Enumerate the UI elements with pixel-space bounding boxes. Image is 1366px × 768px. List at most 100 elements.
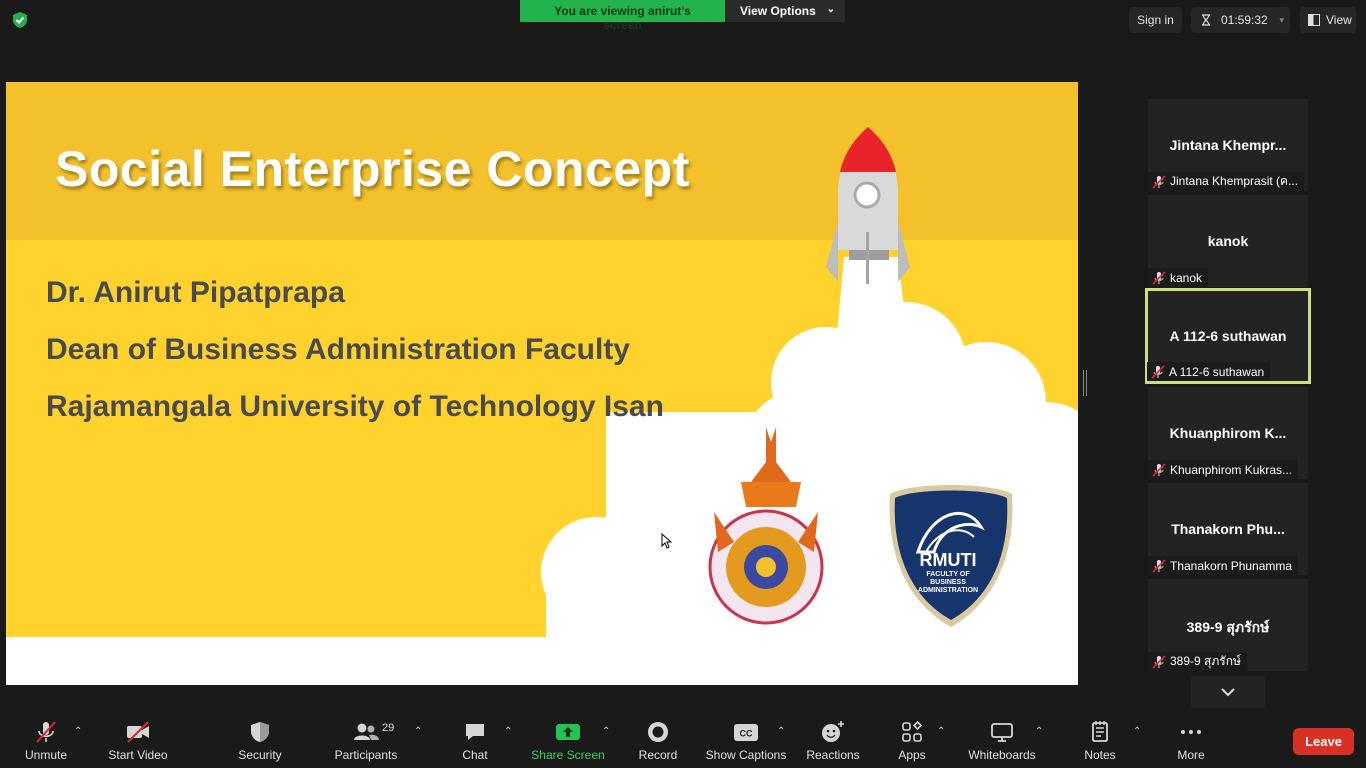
whiteboard-icon — [991, 723, 1013, 742]
security-shield-icon — [251, 722, 269, 742]
more-label: More — [1177, 748, 1205, 762]
muted-mic-icon — [1152, 558, 1166, 573]
sign-in-label: Sign in — [1137, 13, 1174, 27]
rmuti-logo-title: RMUTI — [919, 550, 977, 570]
viewing-screen-label: You are viewing anirut's screen — [520, 0, 725, 32]
record-button[interactable]: Record — [639, 712, 677, 768]
rmuti-logo-sub1: FACULTY OF — [926, 571, 970, 578]
apps-grid-icon — [902, 720, 923, 742]
unmute-label: Unmute — [24, 748, 68, 762]
notes-document-icon — [1092, 721, 1108, 742]
presenter-university: Rajamangala University of Technology Isa… — [46, 390, 664, 423]
record-icon — [648, 722, 668, 742]
participants-button[interactable]: Participants — [335, 712, 397, 768]
muted-mic-icon — [1152, 654, 1166, 669]
timer-value: 01:59:32 — [1221, 13, 1268, 27]
participants-scroll-down-button[interactable] — [1191, 676, 1265, 708]
muted-mic-icon — [1152, 462, 1166, 477]
security-label: Security — [238, 748, 282, 762]
whiteboards-button[interactable]: Whiteboards — [968, 712, 1036, 768]
chevron-down-icon — [1221, 688, 1235, 697]
chat-options-caret-icon[interactable]: ⌃ — [504, 726, 512, 737]
rmuti-logo-sub2: BUSINESS ADMINISTRATION — [917, 579, 979, 594]
participant-display-name: Jintana Khempr... — [1169, 137, 1287, 153]
participant-tile-active-speaker[interactable]: A 112-6 suthawan A 112-6 suthawan — [1145, 288, 1311, 384]
notes-options-caret-icon[interactable]: ⌃ — [1133, 726, 1141, 737]
participant-display-name: A 112-6 suthawan — [1169, 328, 1287, 344]
reactions-button[interactable]: Reactions — [806, 712, 860, 768]
slide-title: Social Enterprise Concept — [55, 141, 690, 197]
rmuti-logo-text: RMUTI FACULTY OF BUSINESS ADMINISTRATION — [912, 550, 984, 595]
participant-name-label: A 112-6 suthawan — [1147, 362, 1271, 381]
participant-tile[interactable]: kanok kanok — [1148, 195, 1308, 287]
participant-display-name: 389-9 สุภรักษ์ — [1186, 619, 1270, 635]
share-screen-button[interactable]: Share Screen — [531, 712, 605, 768]
more-button[interactable]: More — [1175, 712, 1207, 768]
participant-display-name: Khuanphirom K... — [1169, 425, 1287, 441]
participant-tile[interactable]: 389-9 สุภรักษ์ 389-9 สุภรักษ์ — [1148, 579, 1308, 671]
meeting-toolbar: Unmute ⌃ Start Video Security Participan… — [0, 712, 1366, 768]
panel-resize-handle[interactable] — [1083, 370, 1087, 396]
show-captions-button[interactable]: CC Show Captions — [706, 712, 786, 768]
muted-microphone-icon — [36, 721, 56, 743]
presenter-position: Dean of Business Administration Faculty — [46, 333, 630, 366]
participant-tile[interactable]: Thanakorn Phu... Thanakorn Phunamma — [1148, 483, 1308, 575]
chat-bubble-icon — [466, 724, 484, 740]
layout-grid-icon — [1308, 14, 1320, 26]
leave-label: Leave — [1305, 734, 1342, 749]
share-screen-arrow-icon — [556, 724, 580, 740]
participants-label: Participants — [334, 748, 398, 762]
participants-options-caret-icon[interactable]: ⌃ — [414, 726, 422, 737]
share-screen-label: Share Screen — [531, 748, 605, 762]
participant-name-label: kanok — [1148, 268, 1209, 287]
shared-screen-slide: Social Enterprise Concept Dr. Anirut Pip… — [6, 82, 1078, 685]
share-options-caret-icon[interactable]: ⌃ — [602, 726, 610, 737]
participant-tile[interactable]: Khuanphirom K... Khuanphirom Kukras... — [1148, 387, 1308, 479]
captions-cc-icon: CC — [734, 724, 758, 741]
more-ellipsis-icon — [1181, 730, 1201, 734]
video-off-camera-icon — [127, 721, 149, 743]
participant-display-name: Thanakorn Phu... — [1171, 521, 1285, 537]
security-button[interactable]: Security — [238, 712, 282, 768]
participant-name-label: 389-9 สุภรักษ์ — [1148, 652, 1247, 671]
screen-share-banner: You are viewing anirut's screen View Opt… — [520, 0, 845, 32]
mouse-cursor-icon — [661, 533, 672, 549]
participant-name-label: Thanakorn Phunamma — [1148, 556, 1299, 575]
muted-mic-icon — [1152, 174, 1166, 189]
leave-button[interactable]: Leave — [1293, 728, 1354, 755]
start-video-button[interactable]: Start Video — [108, 712, 168, 768]
notes-button[interactable]: Notes — [1084, 712, 1116, 768]
whiteboards-options-caret-icon[interactable]: ⌃ — [1035, 726, 1043, 737]
audio-options-caret-icon[interactable]: ⌃ — [74, 726, 82, 737]
sign-in-button[interactable]: Sign in — [1129, 7, 1182, 33]
muted-mic-icon — [1152, 270, 1166, 285]
encryption-shield-icon[interactable] — [11, 11, 29, 29]
chevron-down-icon: ▾ — [1279, 14, 1284, 25]
view-button[interactable]: View — [1300, 7, 1356, 33]
unmute-button[interactable]: Unmute — [25, 712, 67, 768]
apps-options-caret-icon[interactable]: ⌃ — [937, 726, 945, 737]
participants-count-badge: 29 — [382, 722, 395, 734]
participant-name-label: Jintana Khemprasit (ค... — [1148, 172, 1305, 191]
hourglass-icon — [1202, 14, 1210, 26]
view-label: View — [1326, 13, 1352, 27]
meeting-timer[interactable]: 01:59:32 ▾ — [1191, 7, 1290, 33]
presenter-name: Dr. Anirut Pipatprapa — [46, 276, 345, 309]
show-captions-label: Show Captions — [705, 748, 787, 762]
chat-button[interactable]: Chat — [459, 712, 491, 768]
record-label: Record — [638, 748, 678, 762]
participants-people-icon — [354, 723, 379, 740]
zoom-meeting-window: You are viewing anirut's screen View Opt… — [0, 0, 1366, 768]
reactions-smiley-icon — [822, 721, 844, 742]
participant-name-label: Khuanphirom Kukras... — [1148, 460, 1299, 479]
apps-label: Apps — [898, 748, 926, 762]
notes-label: Notes — [1084, 748, 1116, 762]
captions-options-caret-icon[interactable]: ⌃ — [777, 726, 785, 737]
start-video-label: Start Video — [108, 748, 168, 762]
chevron-down-icon: ⌄ — [826, 4, 835, 15]
participant-tile[interactable]: Jintana Khempr... Jintana Khemprasit (ค.… — [1148, 99, 1308, 191]
apps-button[interactable]: Apps — [896, 712, 928, 768]
view-options-button[interactable]: View Options ⌄ — [725, 0, 845, 22]
participant-display-name: kanok — [1207, 233, 1249, 249]
whiteboards-label: Whiteboards — [968, 748, 1036, 762]
